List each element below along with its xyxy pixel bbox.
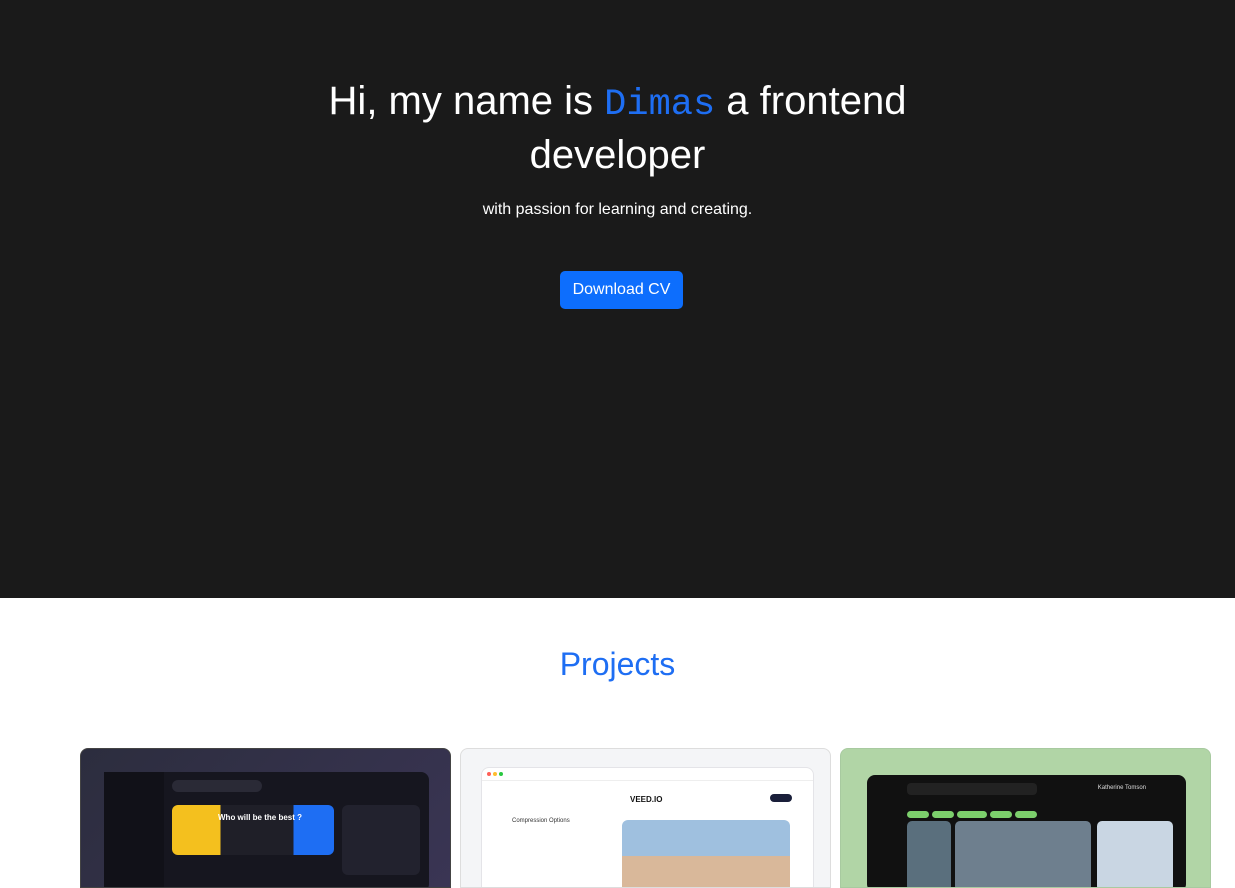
preview-photo	[955, 821, 1091, 887]
project-preview-2: VEED.IO Compression Options	[481, 767, 814, 887]
tag	[932, 811, 954, 818]
hero-section: Hi, my name is Dimas a frontend develope…	[0, 0, 1235, 598]
preview-panel	[342, 805, 420, 875]
projects-heading: Projects	[559, 646, 676, 682]
preview-banner: Who will be the best ?	[172, 805, 334, 855]
title-pre: Hi, my name is	[328, 79, 605, 123]
minimize-dot-icon	[493, 772, 497, 776]
title-name: Dimas	[604, 84, 716, 126]
project-preview-3: Katherine Tomson	[867, 775, 1186, 887]
project-card-1[interactable]: Who will be the best ?	[80, 748, 451, 888]
preview-search	[907, 783, 1037, 795]
maximize-dot-icon	[499, 772, 503, 776]
tag	[1015, 811, 1037, 818]
preview-search	[172, 780, 262, 792]
preview-logo: VEED.IO	[630, 795, 663, 804]
preview-user: Katherine Tomson	[1097, 785, 1146, 791]
preview-signup-pill	[770, 794, 792, 802]
tag	[957, 811, 987, 818]
preview-photo	[1097, 821, 1173, 887]
project-card-3[interactable]: Katherine Tomson	[840, 748, 1211, 888]
preview-photo	[907, 821, 951, 887]
project-card-2[interactable]: VEED.IO Compression Options	[460, 748, 831, 888]
tag	[990, 811, 1012, 818]
preview-image	[622, 820, 790, 887]
tag	[907, 811, 929, 818]
preview-browser-bar	[482, 768, 813, 781]
preview-sidebar	[104, 772, 164, 887]
hero-title: Hi, my name is Dimas a frontend develope…	[308, 76, 928, 180]
download-cv-button[interactable]: Download CV	[560, 271, 683, 309]
preview-label: Compression Options	[512, 818, 570, 824]
hero-tagline: with passion for learning and creating.	[482, 201, 753, 218]
project-preview-1: Who will be the best ?	[104, 772, 429, 887]
close-dot-icon	[487, 772, 491, 776]
preview-banner-text: Who will be the best ?	[218, 813, 302, 822]
